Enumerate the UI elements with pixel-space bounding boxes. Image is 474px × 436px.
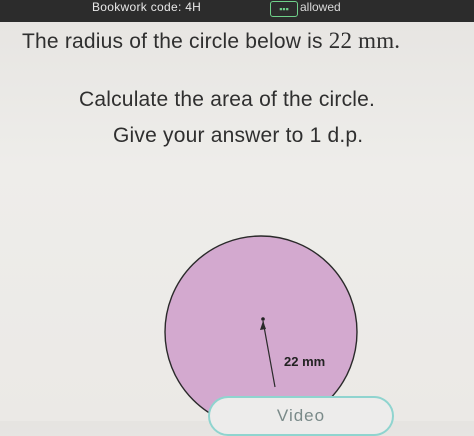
bookwork-code: Bookwork code: 4H bbox=[92, 0, 202, 14]
radius-value: 22 mm. bbox=[328, 28, 401, 53]
video-button[interactable]: Video bbox=[208, 396, 394, 436]
center-point bbox=[261, 317, 265, 321]
calculator-status: allowed bbox=[300, 0, 341, 14]
video-button-label: Video bbox=[276, 406, 326, 425]
circle-diagram: 22 mm bbox=[164, 235, 358, 421]
calculator-icon: ▪▪▪ bbox=[270, 1, 298, 17]
question-radius-text: The radius of the circle below is 22 mm. bbox=[22, 28, 400, 54]
question-instruction: Calculate the area of the circle. bbox=[79, 88, 376, 111]
top-bar: Bookwork code: 4H ▪▪▪ allowed bbox=[0, 0, 474, 22]
question-rounding: Give your answer to 1 d.p. bbox=[113, 124, 364, 147]
radius-label: 22 mm bbox=[284, 354, 325, 369]
question-radius-prefix: The radius of the circle below is bbox=[22, 30, 329, 53]
